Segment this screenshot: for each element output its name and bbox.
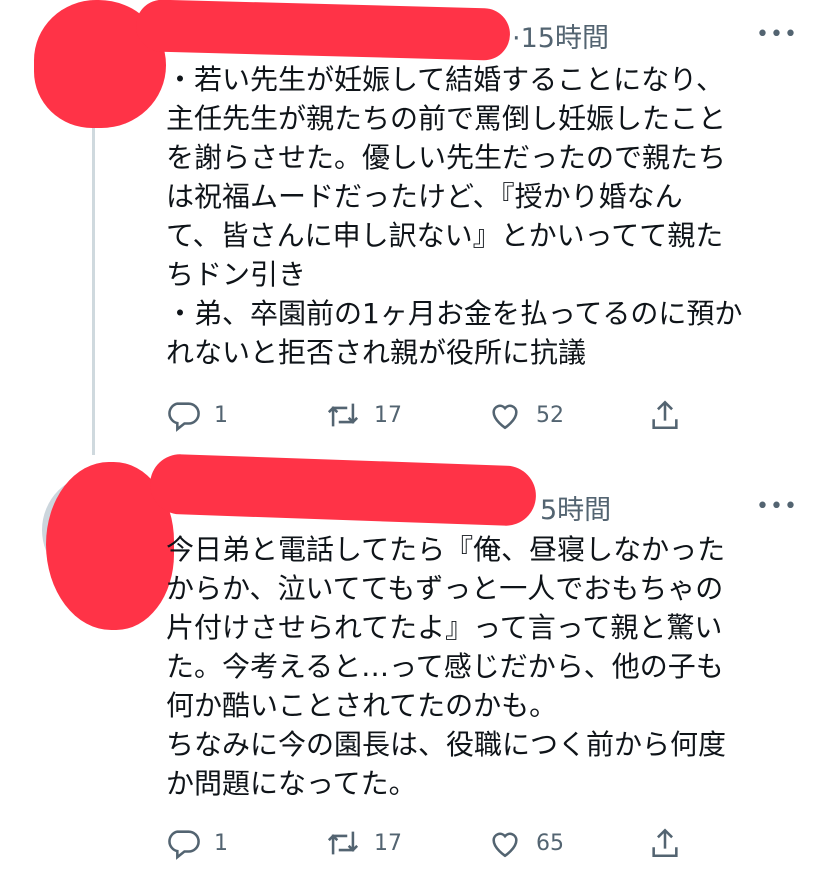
reply-count: 1	[214, 830, 228, 856]
reply-icon	[168, 830, 200, 860]
share-icon	[652, 828, 678, 858]
share-icon	[652, 400, 678, 430]
retweet-icon	[327, 403, 359, 427]
text-line: からか、泣いててもずっと一人でおもちゃの	[166, 572, 724, 605]
reply-button[interactable]: 1	[166, 398, 228, 432]
retweet-button[interactable]: 17	[326, 398, 402, 432]
action-bar: 1 17 52	[166, 398, 726, 442]
retweet-icon	[327, 831, 359, 855]
text-line: を謝らさせた。優しい先生だったので親たち	[166, 141, 727, 174]
text-line: か問題になってた。	[166, 767, 417, 800]
timestamp[interactable]: 5時間	[540, 488, 611, 527]
reply-button[interactable]: 1	[166, 826, 228, 860]
text-line: れないと拒否され親が役所に抗議	[166, 336, 587, 369]
text-line: 主任先生が親たちの前で罵倒し妊娠したこと	[166, 102, 727, 135]
like-button[interactable]: 65	[488, 826, 564, 860]
like-count: 65	[536, 830, 564, 856]
text-line: ちドン引き	[166, 258, 307, 291]
like-icon	[492, 832, 518, 858]
username-redaction	[135, 0, 511, 61]
retweet-count: 17	[374, 402, 402, 428]
share-button[interactable]	[648, 398, 682, 432]
text-line: た。今考えると…って感じだから、他の子も	[166, 650, 724, 683]
like-count: 52	[536, 402, 564, 428]
retweet-button[interactable]: 17	[326, 826, 402, 860]
like-button[interactable]: 52	[488, 398, 564, 432]
reply-icon	[168, 402, 200, 432]
text-line: ・弟、卒園前の1ヶ月お金を払ってるのに預か	[166, 297, 743, 330]
username-redaction	[149, 453, 537, 527]
text-line: 今日弟と電話してたら『俺、昼寝しなかった	[166, 533, 726, 566]
text-line: 片付けさせられてたよ』って言って親と驚い	[166, 611, 723, 644]
text-line: ・若い先生が妊娠して結婚することになり、	[166, 63, 725, 96]
tweet-text: 今日弟と電話してたら『俺、昼寝しなかった からか、泣いててもずっと一人でおもちゃ…	[166, 530, 806, 803]
more-icon[interactable]: •••	[756, 494, 798, 519]
action-bar: 1 17 65	[166, 826, 726, 870]
text-line: て、皆さんに申し訳ない』とかいってて親た	[166, 219, 724, 252]
tweet-text: ・若い先生が妊娠して結婚することになり、 主任先生が親たちの前で罵倒し妊娠したこ…	[166, 60, 806, 372]
share-button[interactable]	[648, 826, 682, 860]
text-line: ちなみに今の園長は、役職につく前から何度	[166, 728, 727, 761]
text-line: は祝福ムードだったけど、『授かり婚なん	[166, 180, 683, 213]
reply-count: 1	[214, 402, 228, 428]
like-icon	[492, 404, 518, 430]
more-icon[interactable]: •••	[756, 22, 798, 47]
retweet-count: 17	[374, 830, 402, 856]
timestamp[interactable]: ·15時間	[512, 16, 609, 55]
text-line: 何か酷いことされてたのかも。	[166, 689, 558, 722]
